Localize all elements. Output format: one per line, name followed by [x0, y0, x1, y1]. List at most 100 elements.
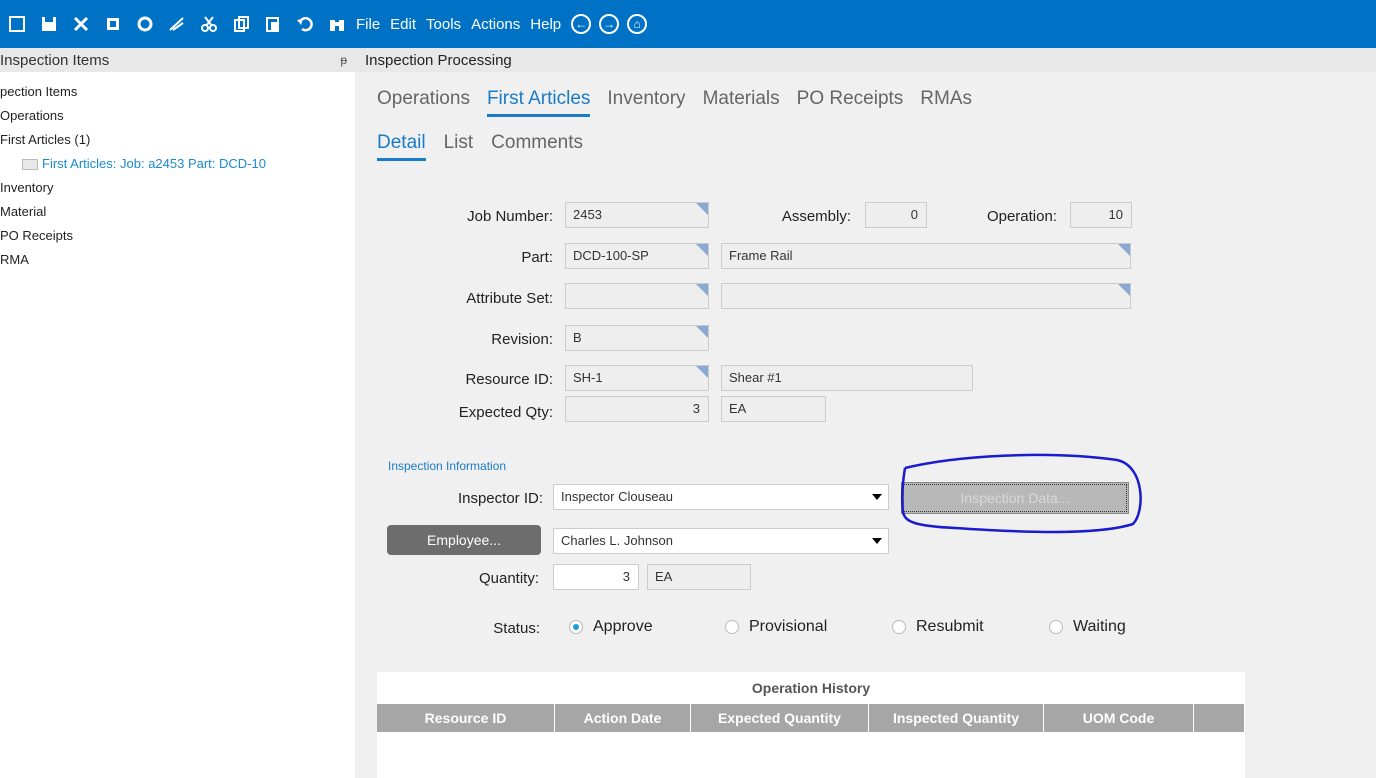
tree-item-selected-label: First Articles: Job: a2453 Part: DCD-10 — [42, 156, 266, 171]
lookup-corner-icon — [696, 366, 708, 378]
column-inspected-quantity[interactable]: Inspected Quantity — [869, 704, 1044, 732]
job-number-value: 2453 — [573, 207, 602, 222]
revision-label: Revision: — [491, 331, 553, 348]
column-uom-code[interactable]: UOM Code — [1044, 704, 1194, 732]
menu-actions[interactable]: Actions — [471, 16, 520, 33]
tab-inventory[interactable]: Inventory — [607, 88, 685, 117]
tab-po-receipts[interactable]: PO Receipts — [797, 88, 904, 117]
lookup-corner-icon — [1118, 284, 1130, 296]
operation-field[interactable]: 10 — [1070, 202, 1132, 228]
quantity-uom-field[interactable]: EA — [647, 564, 751, 590]
forward-icon[interactable]: → — [599, 14, 620, 34]
left-panel-title: Inspection Items — [0, 51, 110, 69]
new-icon[interactable] — [4, 11, 30, 37]
column-action-date[interactable]: Action Date — [555, 704, 691, 732]
employee-button[interactable]: Employee... — [387, 525, 541, 555]
menu-file[interactable]: File — [356, 16, 380, 33]
tab-list[interactable]: List — [444, 132, 474, 161]
attribute-set-description-field[interactable] — [721, 283, 1131, 309]
inspector-id-label: Inspector ID: — [457, 490, 543, 507]
operation-label: Operation: — [986, 208, 1057, 225]
menu-help[interactable]: Help — [530, 16, 561, 33]
tree-item-rma[interactable]: RMA — [0, 248, 355, 272]
job-number-field[interactable]: 2453 — [565, 202, 709, 228]
quantity-label: Quantity: — [478, 570, 539, 587]
employee-select[interactable]: Charles L. Johnson — [553, 528, 889, 554]
menu-edit[interactable]: Edit — [390, 16, 416, 33]
tree-item-material[interactable]: Material — [0, 200, 355, 224]
status-radio-approve[interactable]: Approve — [569, 618, 653, 636]
attach-icon[interactable] — [100, 11, 126, 37]
revision-value: B — [573, 330, 582, 345]
radio-selected-icon — [569, 620, 583, 634]
attribute-set-field[interactable] — [565, 283, 709, 309]
assembly-label: Assembly: — [781, 208, 851, 225]
back-icon[interactable]: ← — [571, 14, 592, 34]
tree-item-inventory[interactable]: Inventory — [0, 176, 355, 200]
job-number-label: Job Number: — [467, 208, 553, 225]
part-value: DCD-100-SP — [573, 248, 649, 263]
tree-item-po-receipts[interactable]: PO Receipts — [0, 224, 355, 248]
resource-id-field[interactable]: SH-1 — [565, 365, 709, 391]
expected-qty-field[interactable]: 3 — [565, 396, 709, 422]
lookup-corner-icon — [696, 326, 708, 338]
inspector-id-value: Inspector Clouseau — [561, 489, 674, 504]
part-description-field[interactable]: Frame Rail — [721, 243, 1131, 269]
part-description-value: Frame Rail — [729, 248, 793, 263]
inspection-data-button[interactable]: Inspection Data... — [901, 482, 1129, 514]
toolbar: File Edit Tools Actions Help ← → ⌂ — [0, 0, 1376, 48]
column-expected-quantity[interactable]: Expected Quantity — [691, 704, 869, 732]
lookup-corner-icon — [696, 203, 708, 215]
expected-qty-label: Expected Qty: — [458, 404, 553, 421]
expected-uom-field[interactable]: EA — [721, 396, 826, 422]
revision-field[interactable]: B — [565, 325, 709, 351]
part-field[interactable]: DCD-100-SP — [565, 243, 709, 269]
page-title: Inspection Processing — [355, 48, 1376, 72]
part-label: Part: — [521, 249, 553, 266]
tab-comments[interactable]: Comments — [491, 132, 583, 161]
tab-operations[interactable]: Operations — [377, 88, 470, 117]
tree-root[interactable]: pection Items — [0, 80, 355, 104]
sub-tabs: Detail List Comments — [377, 132, 601, 161]
column-resource-id[interactable]: Resource ID — [377, 704, 555, 732]
tab-detail[interactable]: Detail — [377, 132, 426, 161]
main-panel: Inspection Processing Operations First A… — [355, 48, 1376, 778]
clear-icon[interactable] — [164, 11, 190, 37]
resource-description-field[interactable]: Shear #1 — [721, 365, 973, 391]
assembly-field[interactable]: 0 — [865, 202, 927, 228]
inspector-id-select[interactable]: Inspector Clouseau — [553, 484, 889, 510]
tab-materials[interactable]: Materials — [703, 88, 780, 117]
copy-icon[interactable] — [228, 11, 254, 37]
status-radio-provisional[interactable]: Provisional — [725, 618, 827, 636]
tree-item-first-articles[interactable]: First Articles (1) — [0, 128, 355, 152]
operation-history-grid: Operation History Resource ID Action Dat… — [377, 672, 1245, 778]
resource-id-label: Resource ID: — [465, 371, 553, 388]
tree-item-selected[interactable]: First Articles: Job: a2453 Part: DCD-10 — [0, 152, 355, 176]
status-radio-waiting[interactable]: Waiting — [1049, 618, 1126, 636]
save-icon[interactable] — [36, 11, 62, 37]
delete-icon[interactable] — [68, 11, 94, 37]
grid-header-row: Resource ID Action Date Expected Quantit… — [377, 704, 1245, 732]
tab-first-articles[interactable]: First Articles — [486, 88, 591, 117]
column-extra[interactable] — [1194, 704, 1245, 732]
inspection-tree: pection Items Operations First Articles … — [0, 72, 355, 272]
inspection-items-panel: Inspection Items ᵽ pection Items Operati… — [0, 48, 355, 778]
resource-id-value: SH-1 — [573, 370, 603, 385]
main-tabs: Operations First Articles Inventory Mate… — [377, 88, 989, 117]
binoculars-icon[interactable] — [324, 11, 350, 37]
refresh-icon[interactable] — [132, 11, 158, 37]
tree-item-operations[interactable]: Operations — [0, 104, 355, 128]
quantity-field[interactable]: 3 — [553, 564, 639, 590]
menu-tools[interactable]: Tools — [426, 16, 461, 33]
status-radio-label: Resubmit — [916, 618, 984, 635]
pin-icon[interactable]: ᵽ — [340, 53, 347, 67]
home-icon[interactable]: ⌂ — [627, 14, 648, 34]
status-radio-resubmit[interactable]: Resubmit — [892, 618, 984, 636]
radio-icon — [892, 620, 906, 634]
status-label: Status: — [493, 620, 540, 637]
operation-history-title: Operation History — [751, 680, 871, 696]
cut-icon[interactable] — [196, 11, 222, 37]
tab-rmas[interactable]: RMAs — [920, 88, 972, 117]
paste-icon[interactable] — [260, 11, 286, 37]
undo-icon[interactable] — [292, 11, 318, 37]
